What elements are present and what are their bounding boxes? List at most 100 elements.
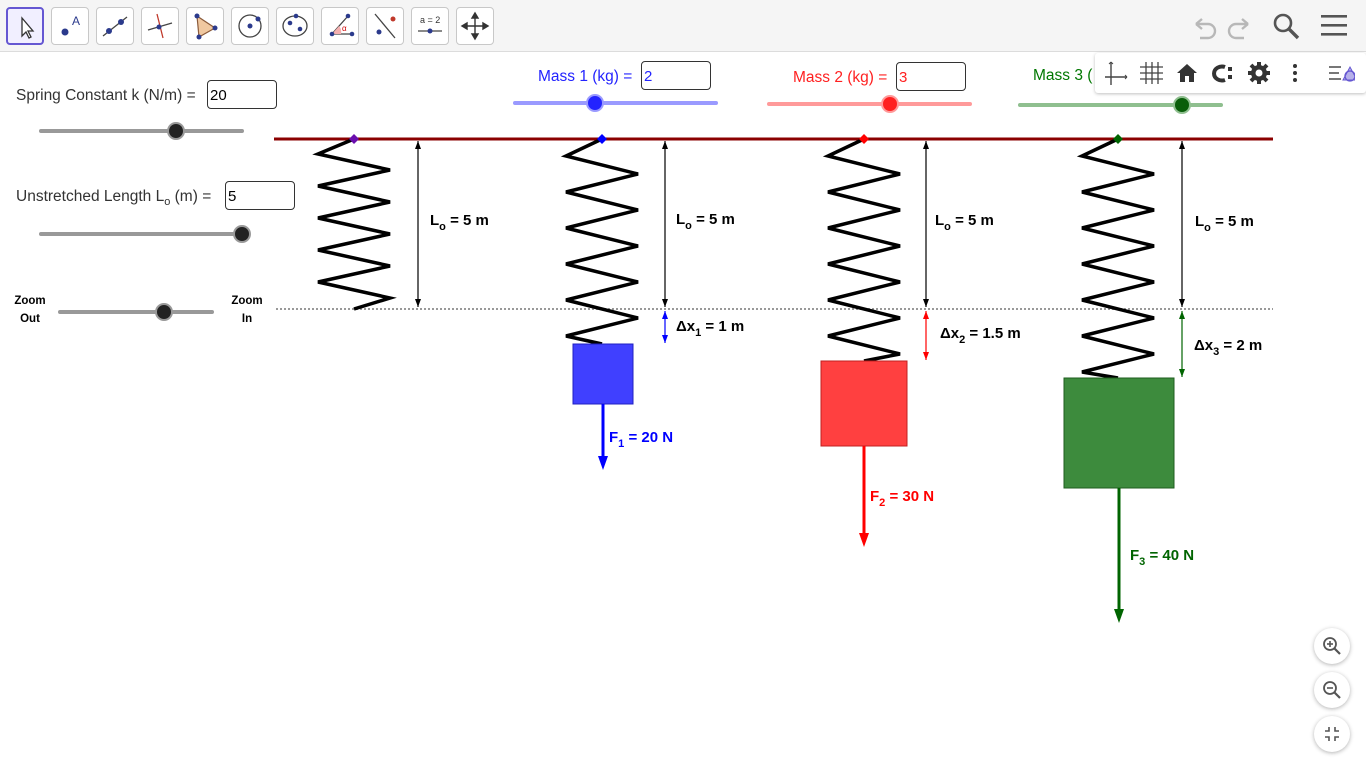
force-arrow-3 [1114,488,1124,623]
mass-1-input[interactable]: 2 [641,61,711,90]
spring-0 [312,134,397,311]
spring-1 [560,134,639,346]
move-tool[interactable] [6,7,44,45]
circle-icon [238,14,262,38]
force-arrow-1 [598,404,608,470]
stretch-arrow-2 [923,311,929,360]
zoom-in-button[interactable] [1314,628,1350,664]
stretch-label-3: Δx3 = 2 m [1194,337,1262,358]
slider-knob[interactable] [233,225,251,243]
move-graphics-view-tool[interactable] [456,7,494,45]
mass-2-slider[interactable] [767,95,972,113]
reflect-icon [374,13,396,39]
stretch-label-1: Δx1 = 1 m [676,318,744,339]
force-label-3: F3 = 40 N [1130,547,1194,568]
slider-tool[interactable]: a = 2 [411,7,449,45]
mass-3-label: Mass 3 ( [1033,67,1093,84]
point-capture-icon[interactable] [1207,59,1235,87]
spring-constant-input[interactable]: 20 [207,80,277,109]
slider-knob[interactable] [167,122,186,140]
mass-1-slider[interactable] [513,94,718,112]
force-label-2: F2 = 30 N [870,488,934,509]
zoom-in-label: Zoom In [231,295,263,325]
angle-icon: α [329,13,355,37]
mass-2-input[interactable]: 3 [896,62,966,91]
svg-text:α: α [342,24,347,33]
mass-1-label: Mass 1 (kg) = [538,68,633,85]
length-arrow-3 [1179,141,1185,307]
point-icon: A [61,14,80,36]
point-tool[interactable]: A [51,7,89,45]
length-arrow-0 [415,141,421,307]
slider-icon: a = 2 [418,15,442,34]
stretch-label-2: Δx2 = 1.5 m [940,325,1021,346]
redo-icon[interactable] [1224,10,1256,42]
zoom-slider[interactable] [58,303,214,321]
slider-knob[interactable] [155,303,174,321]
undo-icon[interactable] [1188,10,1220,42]
spring-constant-label: Spring Constant k (N/m) = [16,87,196,104]
length-label-0: Lo = 5 m [430,212,489,233]
stretch-arrow-1 [662,311,668,343]
home-icon[interactable] [1173,59,1201,87]
line-icon [102,16,128,37]
grid-icon[interactable] [1137,59,1165,87]
slider-track [767,102,972,106]
mass-1-block[interactable] [572,343,634,405]
fullscreen-exit-icon [1325,727,1339,741]
ellipse-tool[interactable] [276,7,314,45]
cursor-icon [21,16,35,39]
reflect-tool[interactable] [366,7,404,45]
slider-knob[interactable] [1173,96,1191,114]
ellipse-icon [282,13,308,37]
unstretched-length-slider[interactable] [39,225,251,243]
polygon-icon [194,13,218,40]
svg-text:A: A [72,14,80,28]
circle-center-point-tool[interactable] [231,7,269,45]
slider-track [58,310,214,314]
graphics-style-bar [1095,53,1366,93]
slider-track [513,101,718,105]
svg-text:a = 2: a = 2 [420,15,440,25]
menu-icon[interactable] [1318,10,1350,42]
polygon-tool[interactable] [186,7,224,45]
stretch-arrow-3 [1179,311,1185,377]
spring-0-anchor[interactable] [349,134,359,144]
length-label-3: Lo = 5 m [1195,213,1254,234]
zoom-out-button[interactable] [1314,672,1350,708]
slider-knob[interactable] [881,95,899,113]
move-view-icon [460,11,490,41]
length-label-2: Lo = 5 m [935,212,994,233]
angle-tool[interactable]: α [321,7,359,45]
mass-2-label: Mass 2 (kg) = [793,69,888,86]
zoom-in-icon [1323,637,1341,655]
graphics-view[interactable]: Lo = 5 m Lo = 5 m Lo = 5 m Lo = 5 m Δx1 … [0,53,1366,768]
length-arrow-2 [923,141,929,307]
line-tool[interactable] [96,7,134,45]
mass-2-block[interactable] [820,360,908,447]
unstretched-length-label: Unstretched Length Lo (m) = [16,188,212,208]
perpendicular-line-tool[interactable] [141,7,179,45]
style-bar-toggle-icon[interactable] [1327,59,1355,87]
mass-3-slider[interactable] [1018,96,1223,114]
mass-3-block[interactable] [1063,377,1175,489]
slider-knob[interactable] [586,94,604,112]
perpendicular-icon [147,13,173,39]
force-label-1: F1 = 20 N [609,429,673,450]
slider-track [39,232,242,236]
zoom-out-label: Zoom Out [14,295,46,325]
fullscreen-exit-button[interactable] [1314,716,1350,752]
length-label-1: Lo = 5 m [676,211,735,232]
zoom-out-icon [1323,681,1341,699]
axes-icon[interactable] [1101,59,1129,87]
settings-icon[interactable] [1245,59,1273,87]
force-arrow-2 [859,446,869,547]
main-toolbar: A α a = 2 [0,0,1366,52]
unstretched-length-input[interactable]: 5 [225,181,295,210]
more-vert-icon[interactable] [1285,59,1313,87]
spring-constant-slider[interactable] [39,122,244,140]
spring-2 [822,134,901,363]
search-icon[interactable] [1270,10,1302,42]
slider-track [39,129,244,133]
spring-3 [1076,134,1155,380]
